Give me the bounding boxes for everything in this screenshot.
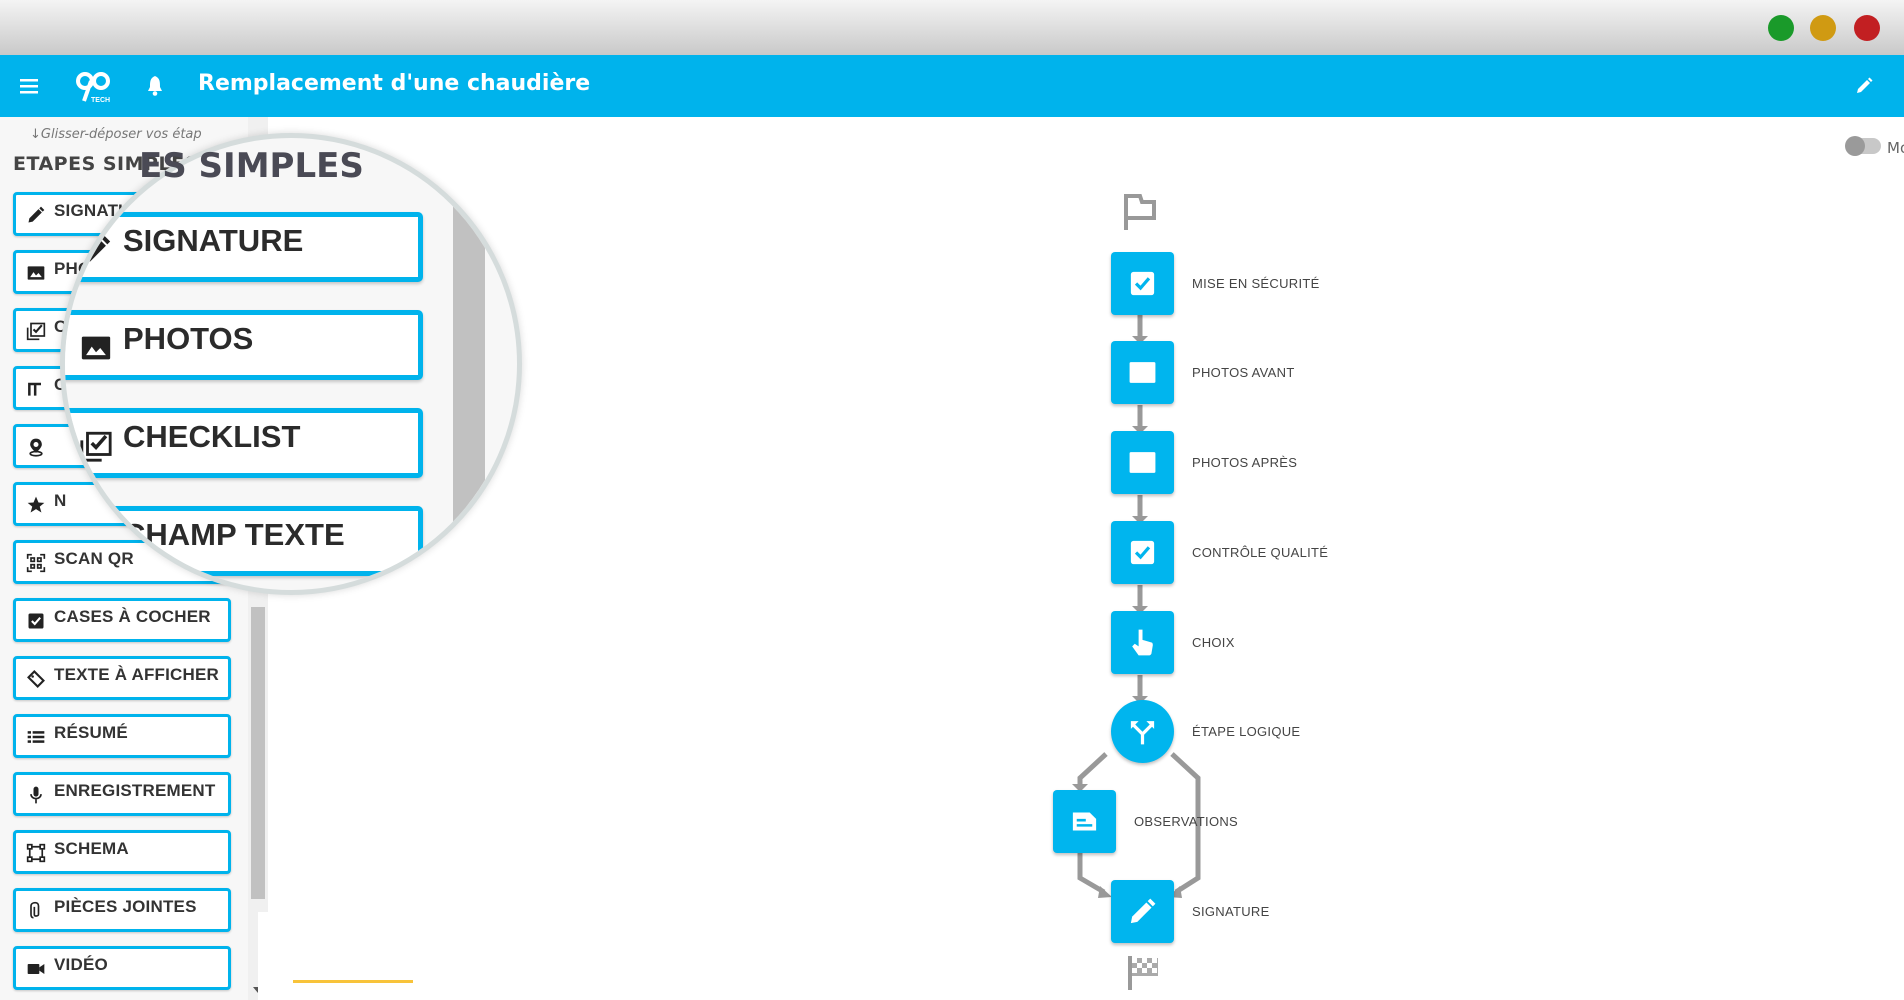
- start-flag-icon: [1124, 194, 1156, 230]
- hand-pointer-icon: [1132, 629, 1153, 656]
- pencil-icon: [1130, 898, 1156, 924]
- flow-step-label: ÉTAPE LOGIQUE: [1192, 724, 1301, 739]
- image-icon: [1129, 362, 1156, 383]
- flow-step-node[interactable]: [1111, 700, 1174, 763]
- image-icon: [1129, 452, 1156, 473]
- flow-step-node[interactable]: [1111, 341, 1174, 404]
- split-arrows-icon: [1130, 721, 1155, 745]
- flow-step-label: CONTRÔLE QUALITÉ: [1192, 545, 1329, 560]
- document-icon: [1072, 812, 1097, 831]
- flow-step-label: SIGNATURE: [1192, 904, 1270, 919]
- flow-step-node[interactable]: [1111, 252, 1174, 315]
- flow-step-node[interactable]: [1111, 611, 1174, 674]
- flow-step-node[interactable]: [1111, 521, 1174, 584]
- flow-step-label: OBSERVATIONS: [1134, 814, 1239, 829]
- flow-connectors: [1072, 194, 1201, 990]
- checkbox-icon: [1130, 540, 1155, 565]
- finish-flag-icon: [1128, 956, 1158, 990]
- flow-step-node[interactable]: [1053, 790, 1116, 853]
- flow-step-label: PHOTOS AVANT: [1192, 365, 1295, 380]
- flow-step-label: PHOTOS APRÈS: [1192, 455, 1298, 470]
- flow-step-node[interactable]: [1111, 880, 1174, 943]
- flow-step-label: CHOIX: [1192, 635, 1235, 650]
- checkbox-icon: [1130, 271, 1155, 296]
- flow-step-label: MISE EN SÉCURITÉ: [1192, 276, 1320, 291]
- flow-step-node[interactable]: [1111, 431, 1174, 494]
